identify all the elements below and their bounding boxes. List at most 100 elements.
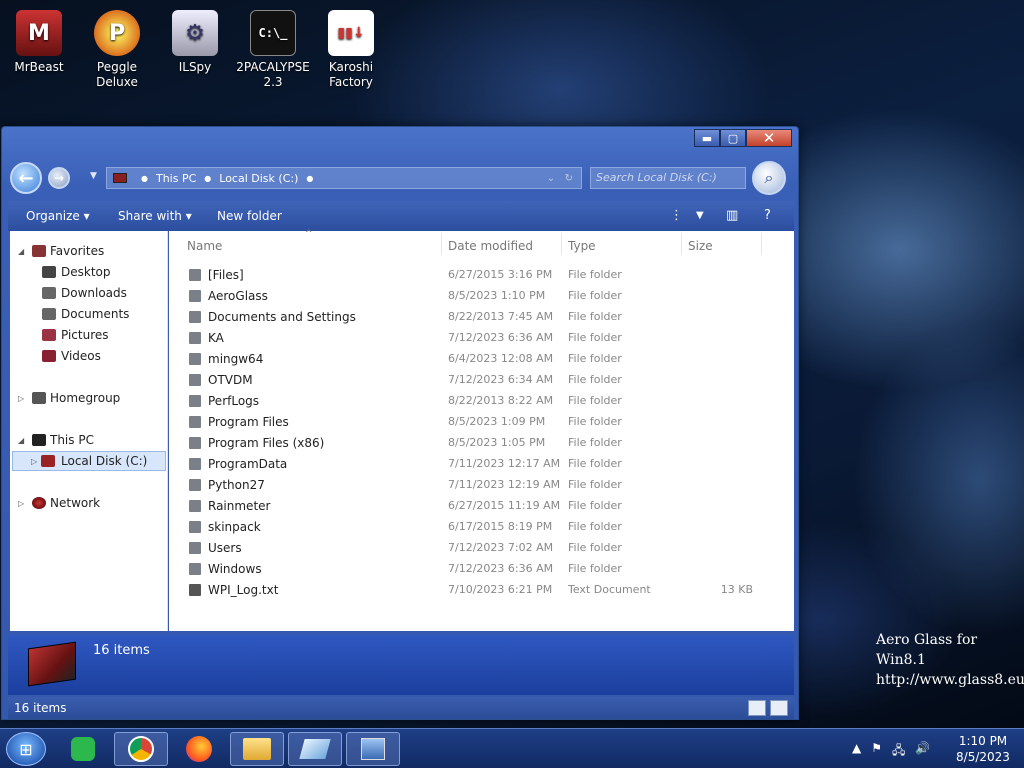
file-row[interactable]: ProgramData 7/11/2023 12:17 AM File folder xyxy=(169,454,789,475)
file-row[interactable]: PerfLogs 8/22/2013 8:22 AM File folder xyxy=(169,391,789,412)
view-options-chevron-icon[interactable]: ▼ xyxy=(696,210,704,221)
nav-network[interactable]: ▷ Network xyxy=(10,493,166,513)
expand-arrow-icon[interactable]: ◢ xyxy=(18,436,24,445)
column-divider[interactable] xyxy=(561,233,562,255)
file-name: Documents and Settings xyxy=(208,310,356,324)
taskbar-app-chrome[interactable] xyxy=(114,732,168,766)
collapse-arrow-icon[interactable]: ▷ xyxy=(18,499,24,508)
action-center-flag-icon[interactable]: ⚑ xyxy=(871,741,882,762)
file-row[interactable]: Windows 7/12/2023 6:36 AM File folder xyxy=(169,559,789,580)
organize-button[interactable]: Organize ▾ xyxy=(26,209,90,223)
details-pane: 16 items xyxy=(8,635,794,695)
address-bar[interactable]: ● This PC ● Local Disk (C:) ● ⌄ ↻ xyxy=(106,167,582,189)
file-row[interactable]: Documents and Settings 8/22/2013 7:45 AM F… xyxy=(169,307,789,328)
network-status-icon[interactable]: 🖧 xyxy=(892,741,905,762)
column-header-name[interactable]: Name xyxy=(187,239,222,253)
title-bar[interactable]: ▬ ▢ ✕ xyxy=(2,127,798,155)
back-button[interactable]: ← xyxy=(10,162,42,194)
column-header-size[interactable]: Size xyxy=(688,239,713,253)
collapse-arrow-icon[interactable]: ▷ xyxy=(18,394,24,403)
new-folder-button[interactable]: New folder xyxy=(217,209,282,223)
taskbar-app-file-explorer[interactable] xyxy=(230,732,284,766)
nav-documents-label: Documents xyxy=(61,307,130,321)
nav-homegroup-label: Homegroup xyxy=(50,391,121,405)
taskbar-app-aero[interactable] xyxy=(288,732,342,766)
file-name: [Files] xyxy=(208,268,244,282)
forward-button[interactable]: → xyxy=(48,167,70,189)
desktop-icon-karoshi[interactable]: ▮▮↓ Karoshi Factory xyxy=(312,6,390,90)
file-row[interactable]: Users 7/12/2023 7:02 AM File folder xyxy=(169,538,789,559)
refresh-icon[interactable]: ⌄ ↻ xyxy=(547,173,573,184)
folder-icon xyxy=(189,416,201,428)
file-type: File folder xyxy=(568,499,622,512)
close-button[interactable]: ✕ xyxy=(746,129,792,147)
volume-icon[interactable]: 🔊 xyxy=(915,741,930,762)
breadcrumb-local-disk[interactable]: Local Disk (C:) xyxy=(219,172,298,185)
file-date-modified: 7/10/2023 6:21 PM xyxy=(448,583,553,596)
details-view-button[interactable] xyxy=(748,700,766,716)
file-name: KA xyxy=(208,331,224,345)
file-row[interactable]: AeroGlass 8/5/2023 1:10 PM File folder xyxy=(169,286,789,307)
nav-downloads-label: Downloads xyxy=(61,286,127,300)
nav-favorites[interactable]: ◢ Favorites xyxy=(10,241,166,261)
file-type: File folder xyxy=(568,457,622,470)
nav-videos[interactable]: Videos xyxy=(10,346,166,366)
expand-arrow-icon[interactable]: ◢ xyxy=(18,247,24,256)
breadcrumb-this-pc[interactable]: This PC xyxy=(156,172,196,185)
file-row[interactable]: WPI_Log.txt 7/10/2023 6:21 PM Text Documen… xyxy=(169,580,789,601)
minimize-button[interactable]: ▬ xyxy=(694,129,720,147)
file-type: Text Document xyxy=(568,583,651,596)
file-row[interactable]: [Files] 6/27/2015 3:16 PM File folder xyxy=(169,265,789,286)
nav-local-disk-label: Local Disk (C:) xyxy=(61,454,148,468)
file-row[interactable]: OTVDM 7/12/2023 6:34 AM File folder xyxy=(169,370,789,391)
glass-window-icon xyxy=(299,739,331,759)
file-row[interactable]: Program Files 8/5/2023 1:09 PM File folder xyxy=(169,412,789,433)
desktop-icon-ilspy[interactable]: ⚙ ILSpy xyxy=(156,6,234,75)
maximize-button[interactable]: ▢ xyxy=(720,129,746,147)
recent-locations-dropdown[interactable]: ▼ xyxy=(90,171,97,181)
nav-desktop[interactable]: Desktop xyxy=(10,262,166,282)
taskbar-app-firefox[interactable] xyxy=(172,732,226,766)
column-divider[interactable] xyxy=(441,233,442,255)
nav-downloads[interactable]: Downloads xyxy=(10,283,166,303)
help-icon[interactable]: ? xyxy=(764,208,771,223)
preview-pane-icon[interactable]: ▥ xyxy=(726,208,738,223)
search-input[interactable]: Search Local Disk (C:) xyxy=(590,167,746,189)
file-type: File folder xyxy=(568,520,622,533)
column-header-date[interactable]: Date modified xyxy=(448,239,533,253)
large-icons-view-button[interactable] xyxy=(770,700,788,716)
nav-documents[interactable]: Documents xyxy=(10,304,166,324)
column-divider[interactable] xyxy=(681,233,682,255)
explorer-window: ▬ ▢ ✕ ← → ▼ ● This PC ● Local Disk (C:) … xyxy=(1,126,799,720)
file-row[interactable]: skinpack 6/17/2015 8:19 PM File folder xyxy=(169,517,789,538)
file-row[interactable]: mingw64 6/4/2023 12:08 AM File folder xyxy=(169,349,789,370)
change-view-icon[interactable]: ⋮ xyxy=(670,208,683,223)
column-divider[interactable] xyxy=(761,233,762,255)
share-with-button[interactable]: Share with ▾ xyxy=(118,209,192,223)
nav-local-disk[interactable]: ▷ Local Disk (C:) xyxy=(12,451,166,471)
show-hidden-icons-chevron-icon[interactable]: ▲ xyxy=(852,741,861,762)
desktop-icon-2pacalypse[interactable]: C:\_ 2PACALYPSE 2.3 xyxy=(234,6,312,90)
nav-homegroup[interactable]: ▷ Homegroup xyxy=(10,388,166,408)
file-row[interactable]: Python27 7/11/2023 12:19 AM File folder xyxy=(169,475,789,496)
file-date-modified: 8/5/2023 1:05 PM xyxy=(448,436,546,449)
status-bar: 16 items xyxy=(8,697,794,719)
taskbar-app-remote[interactable] xyxy=(346,732,400,766)
desktop-icon-mrbeast[interactable]: M MrBeast xyxy=(0,6,78,75)
column-header-type[interactable]: Type xyxy=(568,239,596,253)
file-row[interactable]: Program Files (x86) 8/5/2023 1:05 PM File … xyxy=(169,433,789,454)
navigation-row: ← → ▼ ● This PC ● Local Disk (C:) ● ⌄ ↻ … xyxy=(10,161,790,195)
nav-this-pc[interactable]: ◢ This PC xyxy=(10,430,166,450)
taskbar-app-notes[interactable] xyxy=(56,732,110,766)
start-button[interactable]: ⊞ xyxy=(6,732,46,766)
taskbar-clock[interactable]: 1:10 PM 8/5/2023 xyxy=(952,733,1014,765)
search-icon[interactable]: ⌕ xyxy=(752,161,786,195)
folder-icon xyxy=(189,542,201,554)
file-row[interactable]: KA 7/12/2023 6:36 AM File folder xyxy=(169,328,789,349)
file-row[interactable]: Rainmeter 6/27/2015 11:19 AM File folder xyxy=(169,496,789,517)
collapse-arrow-icon[interactable]: ▷ xyxy=(31,457,37,466)
nav-videos-label: Videos xyxy=(61,349,101,363)
folder-icon xyxy=(243,738,271,760)
desktop-icon-peggle[interactable]: P Peggle Deluxe xyxy=(78,6,156,90)
nav-pictures[interactable]: Pictures xyxy=(10,325,166,345)
